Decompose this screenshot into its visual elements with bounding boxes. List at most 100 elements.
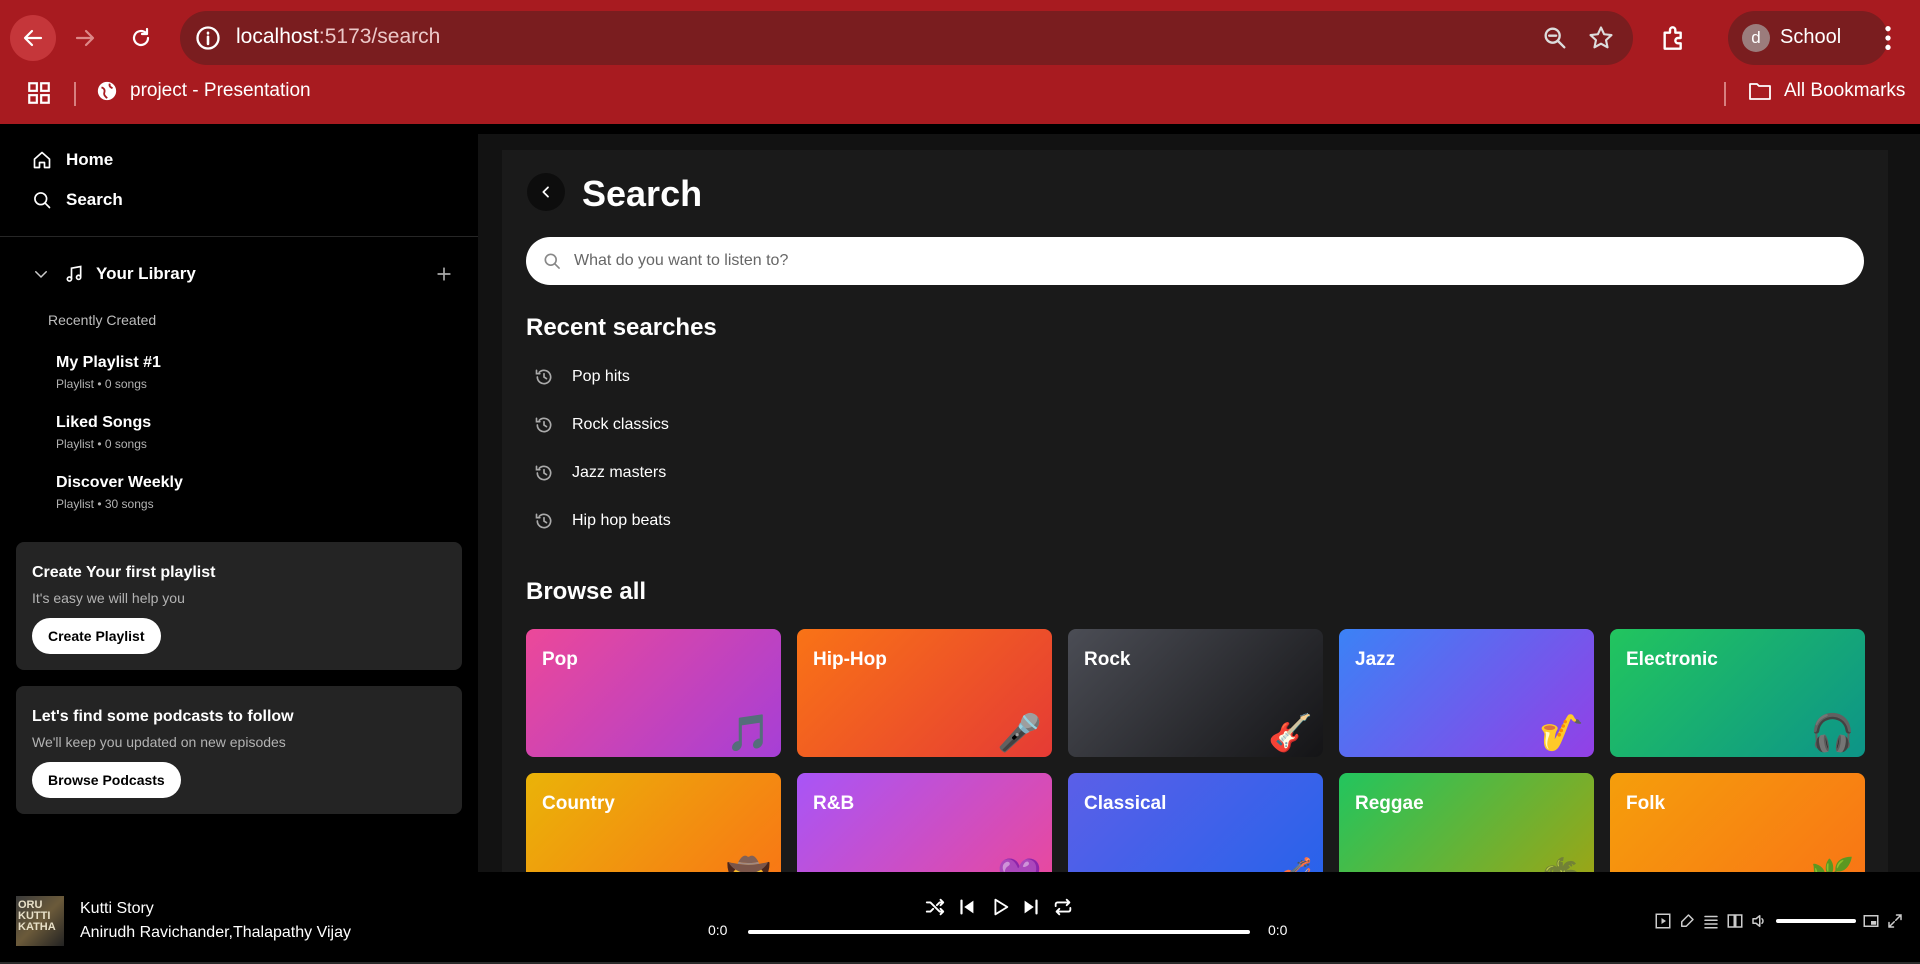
recent-search-item[interactable]: Hip hop beats: [534, 511, 671, 531]
sidebar-item-label: Search: [66, 190, 123, 209]
genre-name: R&B: [813, 793, 855, 814]
genre-card-rnb[interactable]: R&B 💜: [797, 773, 1052, 872]
more-vert-icon[interactable]: [1872, 22, 1904, 54]
profile-name: School: [1780, 26, 1842, 48]
card-subtitle: We'll keep you updated on new episodes: [32, 734, 286, 750]
playlist-subtitle: Playlist • 0 songs: [56, 377, 147, 391]
back-button[interactable]: [10, 15, 56, 61]
repeat-icon[interactable]: [1052, 896, 1074, 918]
genre-name: Reggae: [1355, 793, 1424, 814]
now-playing-icon[interactable]: [1654, 912, 1672, 930]
apps-grid-icon[interactable]: [26, 80, 52, 106]
card-title: Create Your first playlist: [32, 564, 216, 581]
sidebar-item-search[interactable]: Search: [32, 190, 123, 210]
cowboy-hat-icon: 🤠: [726, 859, 771, 873]
arrow-left-icon: [23, 29, 43, 47]
recently-created-label: Recently Created: [48, 312, 157, 328]
progress-bar[interactable]: [748, 930, 1250, 934]
genre-card-rock[interactable]: Rock 🎸: [1068, 629, 1323, 757]
all-bookmarks[interactable]: All Bookmarks: [1748, 80, 1905, 102]
card-subtitle: It's easy we will help you: [32, 590, 185, 606]
track-title[interactable]: Kutti Story: [80, 900, 154, 918]
create-playlist-button[interactable]: Create Playlist: [32, 618, 161, 654]
card-title: Let's find some podcasts to follow: [32, 708, 294, 725]
genre-name: Country: [542, 793, 615, 814]
shuffle-icon[interactable]: [924, 896, 946, 918]
album-cover[interactable]: ORU KUTTI KATHA: [16, 896, 64, 946]
list-item[interactable]: Liked Songs Playlist • 0 songs: [56, 414, 151, 451]
avatar: d: [1742, 24, 1770, 52]
leaf-icon: 🌿: [1810, 859, 1855, 873]
volume-icon[interactable]: [1750, 912, 1768, 930]
profile-button[interactable]: d School: [1728, 11, 1888, 65]
zoom-icon[interactable]: [1541, 24, 1569, 52]
time-total: 0:0: [1268, 922, 1288, 938]
sidebar-item-home[interactable]: Home: [32, 150, 113, 170]
microphone-icon[interactable]: [1678, 912, 1696, 930]
history-icon: [535, 369, 552, 385]
track-artist[interactable]: Anirudh Ravichander,Thalapathy Vijay: [80, 924, 351, 942]
create-playlist-card: Create Your first playlist It's easy we …: [16, 542, 462, 670]
info-icon[interactable]: [194, 24, 222, 52]
bookmark-project[interactable]: project - Presentation: [96, 80, 311, 102]
back-button[interactable]: [527, 173, 565, 211]
bookmark-divider: [1724, 82, 1726, 106]
heart-icon: 💜: [997, 859, 1042, 873]
home-icon: [33, 151, 51, 169]
recent-search-label: Rock classics: [572, 416, 669, 433]
genre-name: Jazz: [1355, 649, 1396, 670]
url-text[interactable]: localhost:5173/search: [236, 25, 440, 49]
genre-card-folk[interactable]: Folk 🌿: [1610, 773, 1865, 872]
devices-icon[interactable]: [1726, 912, 1744, 930]
playlist-title: Liked Songs: [56, 414, 152, 431]
url-host: localhost: [236, 25, 319, 48]
search-bar[interactable]: [526, 237, 1864, 285]
music-notes-icon: 🎵: [726, 712, 771, 753]
recent-search-item[interactable]: Jazz masters: [534, 463, 666, 483]
genre-card-classical[interactable]: Classical 🎻: [1068, 773, 1323, 872]
genre-card-electronic[interactable]: Electronic 🎧: [1610, 629, 1865, 757]
extensions-icon[interactable]: [1658, 22, 1690, 54]
play-icon[interactable]: [989, 896, 1011, 918]
recent-search-item[interactable]: Rock classics: [534, 415, 669, 435]
fullscreen-icon[interactable]: [1886, 912, 1904, 930]
library-header[interactable]: Your Library: [32, 262, 462, 286]
volume-slider[interactable]: [1776, 919, 1856, 923]
forward-button[interactable]: [62, 15, 108, 61]
chevron-down-icon[interactable]: [32, 265, 50, 283]
previous-icon[interactable]: [956, 896, 978, 918]
genre-card-hip-hop[interactable]: Hip-Hop 🎤: [797, 629, 1052, 757]
divider: [0, 236, 478, 237]
genre-card-jazz[interactable]: Jazz 🎷: [1339, 629, 1594, 757]
list-item[interactable]: Discover Weekly Playlist • 30 songs: [56, 474, 183, 511]
plus-icon[interactable]: [434, 264, 454, 284]
history-icon: [535, 513, 552, 529]
mini-player-icon[interactable]: [1862, 912, 1880, 930]
genre-name: Hip-Hop: [813, 649, 887, 670]
recent-search-item[interactable]: Pop hits: [534, 367, 630, 387]
list-item[interactable]: My Playlist #1 Playlist • 0 songs: [56, 354, 161, 391]
saxophone-icon: 🎷: [1539, 712, 1584, 753]
genre-card-country[interactable]: Country 🤠: [526, 773, 781, 872]
recent-search-label: Hip hop beats: [572, 512, 671, 529]
history-icon: [535, 465, 552, 481]
browse-podcasts-button[interactable]: Browse Podcasts: [32, 762, 181, 798]
search-input[interactable]: [574, 237, 1844, 285]
recent-search-label: Pop hits: [572, 368, 630, 385]
queue-icon[interactable]: [1702, 912, 1720, 930]
address-bar[interactable]: localhost:5173/search: [180, 11, 1633, 65]
bookmark-star-icon[interactable]: [1587, 24, 1615, 52]
sidebar-nav: [0, 124, 478, 236]
violin-icon: 🎻: [1268, 859, 1313, 873]
reload-button[interactable]: [118, 15, 164, 61]
playlist-subtitle: Playlist • 30 songs: [56, 497, 154, 511]
headphones-icon: 🎧: [1810, 712, 1855, 753]
podcasts-card: Let's find some podcasts to follow We'll…: [16, 686, 462, 814]
next-icon[interactable]: [1020, 896, 1042, 918]
genre-card-reggae[interactable]: Reggae 🌴: [1339, 773, 1594, 872]
all-bookmarks-label: All Bookmarks: [1784, 80, 1906, 101]
player-bar: [0, 872, 1920, 964]
genre-card-pop[interactable]: Pop 🎵: [526, 629, 781, 757]
playlist-title: Discover Weekly: [56, 474, 183, 491]
folder-icon: [1749, 83, 1771, 100]
